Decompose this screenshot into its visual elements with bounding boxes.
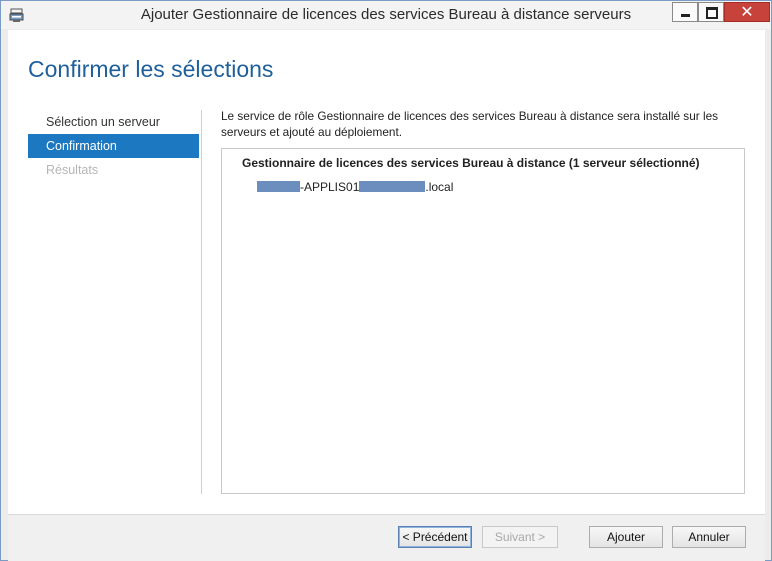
cancel-button[interactable]: Annuler [672, 526, 746, 548]
server-entry[interactable]: -APPLIS01 .local [257, 180, 453, 196]
close-icon: ✕ [740, 2, 754, 21]
confirmation-description: Le service de rôle Gestionnaire de licen… [221, 109, 719, 139]
nav-item-results: Résultats [46, 163, 99, 177]
maximize-icon[interactable] [698, 2, 724, 22]
close-button[interactable]: ✕ [724, 2, 770, 22]
title-bar[interactable]: Ajouter Gestionnaire de licences des ser… [1, 1, 771, 29]
wizard-content: Confirmer les sélections Sélection un se… [8, 30, 765, 514]
window-title: Ajouter Gestionnaire de licences des ser… [140, 6, 632, 23]
add-button[interactable]: Ajouter [589, 526, 663, 548]
role-group-heading: Gestionnaire de licences des services Bu… [242, 156, 700, 170]
redacted-block [257, 181, 300, 192]
redacted-block [359, 181, 426, 192]
nav-item-server-selection[interactable]: Sélection un serveur [28, 110, 199, 134]
previous-button[interactable]: < Précédent [398, 526, 472, 548]
wizard-window: Ajouter Gestionnaire de licences des ser… [0, 0, 772, 561]
selection-list[interactable]: Gestionnaire de licences des services Bu… [221, 148, 745, 494]
minimize-icon[interactable] [672, 2, 698, 22]
nav-divider [201, 110, 202, 494]
button-bar: < Précédent Suivant > Ajouter Annuler [8, 514, 765, 561]
server-name-suffix: .local [425, 180, 454, 194]
page-title: Confirmer les sélections [28, 56, 274, 82]
server-name-middle: -APPLIS01 [300, 180, 360, 194]
nav-item-confirmation[interactable]: Confirmation [28, 134, 199, 158]
next-button: Suivant > [482, 526, 558, 548]
